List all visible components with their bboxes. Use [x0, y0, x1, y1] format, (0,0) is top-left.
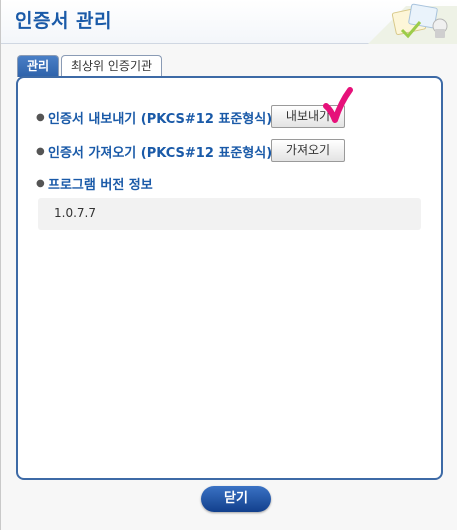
version-box: 1.0.7.7 [38, 198, 421, 230]
import-row: ● 인증서 가져오기 (PKCS#12 표준형식) [36, 140, 436, 164]
export-label: 인증서 내보내기 (PKCS#12 표준형식) [48, 112, 273, 127]
bullet-icon: ● [36, 146, 45, 157]
certificate-manager-window: 인증서 관리 관리 최상위 인증기관 ● 인증서 내보내기 (PKCS#12 표… [0, 0, 457, 530]
close-button[interactable]: 닫기 [201, 486, 271, 512]
window-header: 인증서 관리 [1, 0, 457, 44]
tab-root-ca[interactable]: 최상위 인증기관 [61, 55, 162, 77]
version-value: 1.0.7.7 [54, 206, 96, 220]
version-label: 프로그램 버전 정보 [48, 178, 153, 193]
certificate-decoration-icon [368, 3, 457, 44]
import-button[interactable]: 가져오기 [271, 139, 345, 162]
check-mark-icon [323, 87, 353, 123]
window-title: 인증서 관리 [15, 10, 113, 32]
export-row: ● 인증서 내보내기 (PKCS#12 표준형식) [36, 106, 436, 130]
bullet-icon: ● [36, 178, 45, 189]
bullet-icon: ● [36, 112, 45, 123]
version-row: ● 프로그램 버전 정보 [36, 172, 436, 196]
manage-panel: ● 인증서 내보내기 (PKCS#12 표준형식) 내보내기 ● 인증서 가져오… [16, 76, 443, 480]
tab-manage[interactable]: 관리 [17, 55, 59, 77]
import-label: 인증서 가져오기 (PKCS#12 표준형식) [48, 146, 273, 161]
